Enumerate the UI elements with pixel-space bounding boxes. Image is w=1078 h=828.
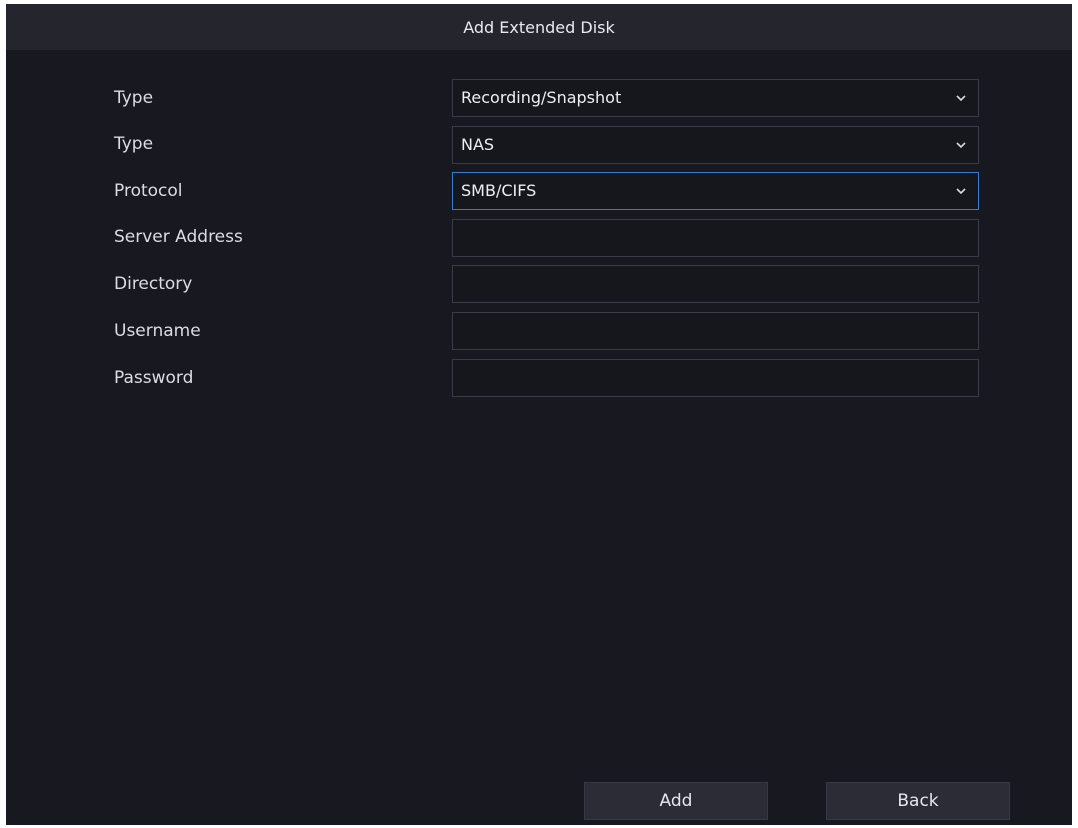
dialog-title: Add Extended Disk [463,17,615,37]
back-button[interactable]: Back [826,782,1010,820]
username-input[interactable] [452,312,979,350]
server-address-label: Server Address [114,227,243,247]
password-input[interactable] [452,359,979,397]
protocol-label: Protocol [114,181,183,201]
protocol-value: SMB/CIFS [461,181,537,200]
storage-type-label: Type [114,88,154,108]
directory-label: Directory [114,274,193,294]
username-label: Username [114,321,201,341]
disk-type-label: Type [114,134,154,154]
add-button[interactable]: Add [584,782,768,820]
protocol-select[interactable]: SMB/CIFS [452,172,979,210]
disk-type-value: NAS [461,135,495,154]
chevron-down-icon [956,173,966,209]
server-address-input[interactable] [452,219,979,257]
chevron-down-icon [956,80,966,116]
disk-type-select[interactable]: NAS [452,126,979,164]
add-extended-disk-dialog: Add Extended Disk Type Recording/Snapsho… [6,4,1072,825]
dialog-title-bar: Add Extended Disk [6,4,1072,50]
storage-type-value: Recording/Snapshot [461,88,622,107]
directory-input[interactable] [452,265,979,303]
password-label: Password [114,368,194,388]
storage-type-select[interactable]: Recording/Snapshot [452,79,979,117]
chevron-down-icon [956,127,966,163]
